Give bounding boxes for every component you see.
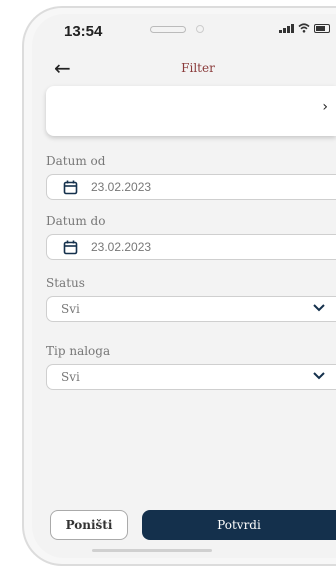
notch [112, 14, 230, 44]
status-value: Svi [61, 302, 80, 316]
selection-card[interactable]: › [46, 86, 336, 136]
calendar-icon [63, 180, 78, 195]
chevron-right-icon: › [322, 99, 328, 115]
status-bar: 13:54 [32, 14, 336, 48]
order-type-select[interactable]: Svi [46, 364, 336, 390]
notch-camera [196, 25, 204, 33]
status-label: Status [46, 276, 85, 290]
wifi-icon [298, 23, 310, 33]
header: ← Filter [32, 52, 336, 86]
date-from-field[interactable]: 23.02.2023 [46, 174, 336, 200]
status-icons [279, 23, 330, 33]
app-screen: 13:54 ← Filter › Datum od 23.02.2023 Dat… [32, 14, 336, 558]
notch-speaker [150, 26, 186, 33]
date-to-field[interactable]: 23.02.2023 [46, 234, 336, 260]
date-from-label: Datum od [46, 154, 106, 168]
date-to-label: Datum do [46, 214, 106, 228]
signal-icon [279, 23, 294, 33]
confirm-button[interactable]: Potvrdi [142, 510, 336, 540]
page-title: Filter [181, 61, 215, 75]
home-indicator [92, 549, 212, 552]
status-time: 13:54 [64, 23, 103, 40]
order-type-label: Tip naloga [46, 344, 111, 358]
chevron-down-icon [313, 372, 325, 380]
date-from-value: 23.02.2023 [91, 180, 152, 194]
date-to-value: 23.02.2023 [91, 240, 152, 254]
order-type-value: Svi [61, 370, 80, 384]
battery-icon [314, 23, 330, 33]
cancel-button[interactable]: Poništi [50, 510, 128, 540]
chevron-down-icon [313, 304, 325, 312]
calendar-icon [63, 240, 78, 255]
status-select[interactable]: Svi [46, 296, 336, 322]
phone-frame: 13:54 ← Filter › Datum od 23.02.2023 Dat… [22, 6, 336, 566]
